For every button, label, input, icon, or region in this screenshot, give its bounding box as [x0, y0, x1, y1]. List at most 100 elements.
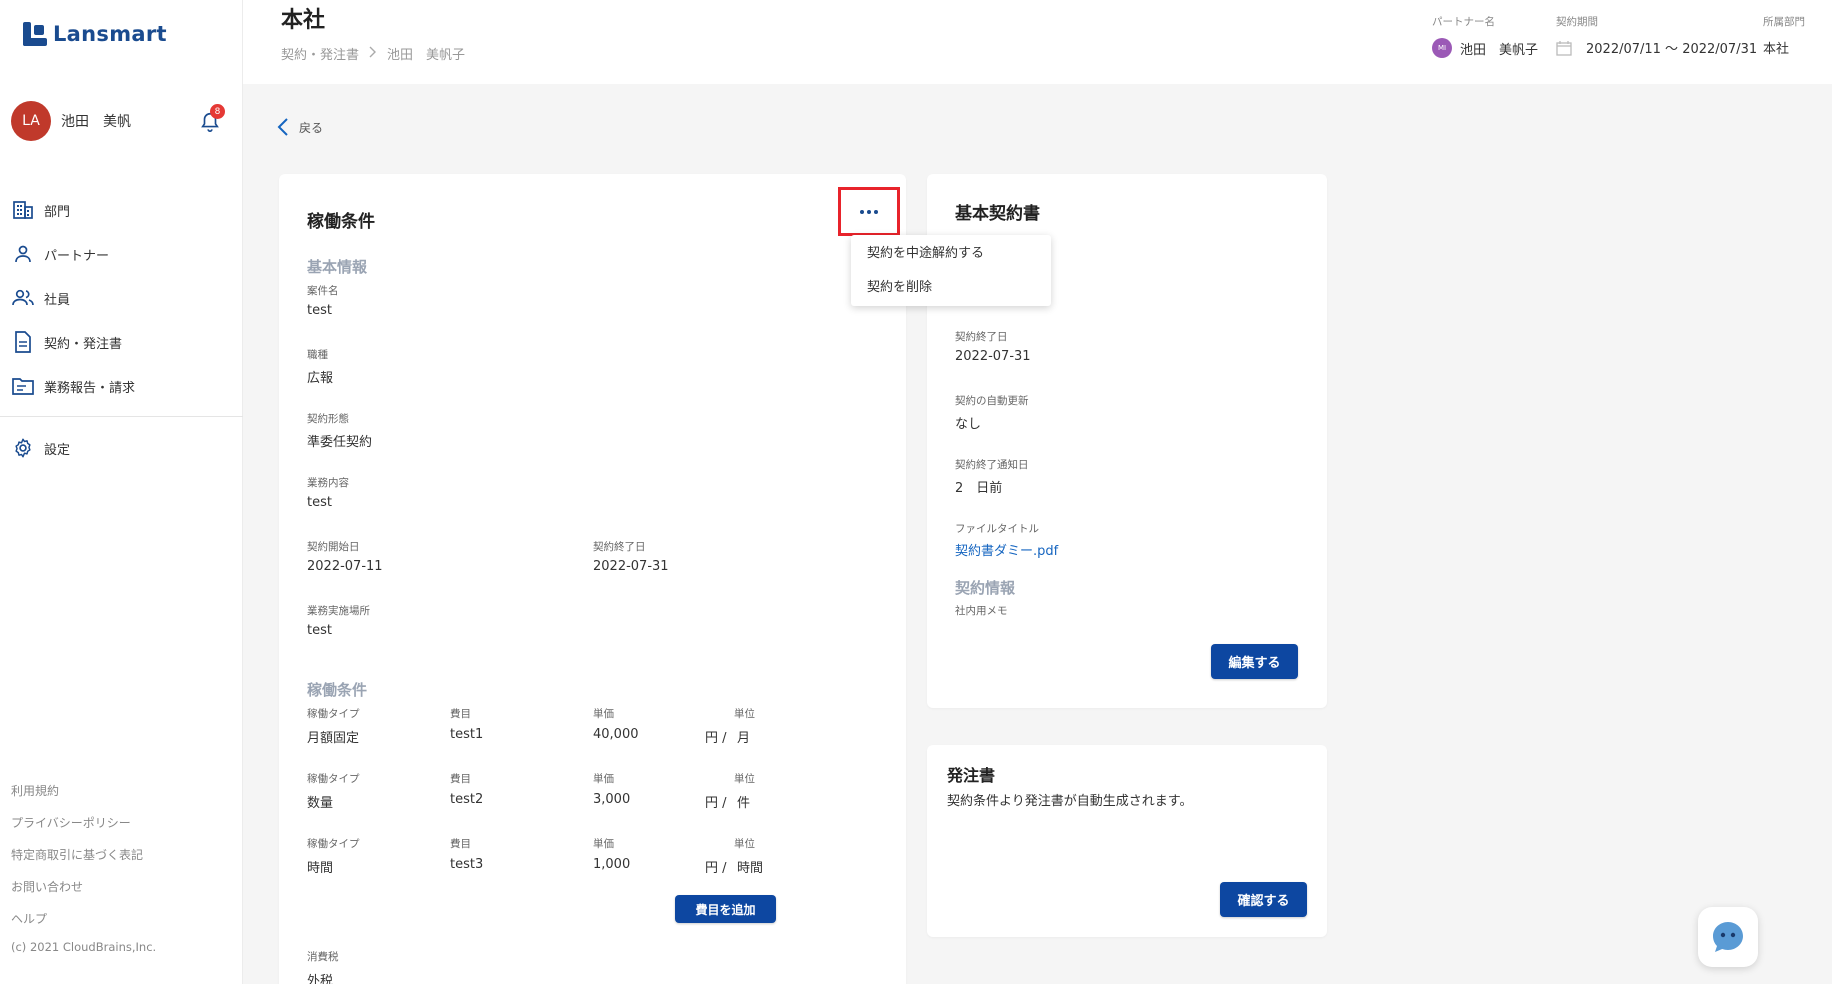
- auto-renew-label: 契約の自動更新: [955, 395, 1029, 407]
- more-dots-icon: [860, 209, 878, 214]
- partner-avatar: MI: [1432, 38, 1452, 58]
- sidebar-item-label: パートナー: [44, 248, 110, 264]
- sidebar-item-reports[interactable]: 業務報告・請求: [0, 364, 243, 408]
- card-title: 基本契約書: [955, 204, 1040, 224]
- people-icon: [12, 287, 34, 309]
- type-value: 時間: [307, 861, 334, 876]
- sidebar-nav: 部門 パートナー 社員 契約・発注書 業務報告・請求: [0, 188, 243, 408]
- chat-bot-icon: [1713, 922, 1743, 952]
- type-value: 月額固定: [307, 731, 360, 746]
- footer-link-commerce-law[interactable]: 特定商取引に基づく表記: [11, 839, 143, 871]
- partner-info: MI 池田 美帆子: [1432, 38, 1538, 58]
- sidebar-item-contracts[interactable]: 契約・発注書: [0, 320, 243, 364]
- confirm-button[interactable]: 確認する: [1220, 882, 1307, 917]
- footer-link-privacy[interactable]: プライバシーポリシー: [11, 807, 143, 839]
- item-label: 費目: [450, 773, 471, 785]
- notification-badge: 8: [210, 104, 225, 119]
- price-value: 40,000: [593, 727, 639, 742]
- card-title: 発注書: [947, 766, 996, 785]
- period-info: 2022/07/11 〜 2022/07/31: [1556, 38, 1757, 57]
- end-date-label: 契約終了日: [593, 541, 646, 553]
- breadcrumb-partner: 池田 美帆子: [387, 48, 466, 63]
- sidebar-item-settings[interactable]: 設定: [0, 426, 243, 470]
- menu-item-terminate-contract[interactable]: 契約を中途解約する: [851, 239, 1051, 273]
- avatar[interactable]: LA: [11, 101, 51, 141]
- start-date-label: 契約開始日: [307, 541, 360, 553]
- period-label: 契約期間: [1556, 16, 1598, 28]
- contract-info-heading: 契約情報: [955, 579, 1016, 597]
- item-value: test2: [450, 792, 484, 807]
- building-icon: [12, 199, 34, 221]
- type-label: 稼働タイプ: [307, 773, 360, 785]
- add-item-button[interactable]: 費目を追加: [675, 895, 776, 923]
- unit-value: 月: [737, 731, 751, 746]
- calendar-icon: [1556, 40, 1572, 56]
- contract-form-value: 準委任契約: [307, 435, 373, 450]
- footer-link-terms[interactable]: 利用規約: [11, 775, 143, 807]
- yen-per: 円 /: [705, 731, 727, 746]
- type-label: 稼働タイプ: [307, 708, 360, 720]
- item-value: test3: [450, 857, 484, 872]
- period-value: 2022/07/11 〜 2022/07/31: [1586, 42, 1758, 57]
- sidebar: Lansmart LA 池田 美帆 8 部門 パートナー 社員 契約・発注書 業…: [0, 0, 243, 984]
- back-link[interactable]: 戻る: [277, 117, 323, 137]
- person-icon: [12, 243, 34, 265]
- unit-value: 件: [737, 796, 751, 811]
- document-icon: [12, 331, 34, 353]
- unit-label: 単位: [734, 708, 755, 720]
- footer-links: 利用規約 プライバシーポリシー 特定商取引に基づく表記 お問い合わせ ヘルプ: [11, 775, 143, 935]
- breadcrumb-contracts[interactable]: 契約・発注書: [281, 44, 359, 63]
- page-title: 本社: [281, 8, 326, 33]
- work-content-label: 業務内容: [307, 477, 349, 489]
- sidebar-item-departments[interactable]: 部門: [0, 188, 243, 232]
- item-value: test1: [450, 727, 484, 742]
- sidebar-item-partners[interactable]: パートナー: [0, 232, 243, 276]
- purchase-order-card: 発注書 契約条件より発注書が自動生成されます。 確認する: [927, 745, 1327, 937]
- footer-link-help[interactable]: ヘルプ: [11, 903, 143, 935]
- logo[interactable]: Lansmart: [23, 22, 167, 46]
- sidebar-item-employees[interactable]: 社員: [0, 276, 243, 320]
- more-options-menu: 契約を中途解約する 契約を削除: [851, 235, 1051, 306]
- job-type-label: 職種: [307, 349, 328, 361]
- sidebar-item-label: 部門: [44, 204, 71, 220]
- notification-button[interactable]: 8: [197, 104, 225, 132]
- type-value: 数量: [307, 796, 334, 811]
- conditions-heading: 稼働条件: [307, 681, 368, 699]
- menu-item-delete-contract[interactable]: 契約を削除: [851, 273, 1051, 307]
- chevron-right-icon: [369, 46, 377, 62]
- partner-label: パートナー名: [1432, 16, 1495, 28]
- unit-label: 単位: [734, 773, 755, 785]
- unit-label: 単位: [734, 838, 755, 850]
- contract-form-label: 契約形態: [307, 413, 349, 425]
- work-conditions-card: 稼働条件 基本情報 案件名 test 職種 広報 契約形態 準委任契約 業務内容…: [279, 174, 906, 984]
- place-label: 業務実施場所: [307, 605, 370, 617]
- yen-per: 円 /: [705, 796, 727, 811]
- file-title-link[interactable]: 契約書ダミー.pdf: [955, 540, 1058, 559]
- end-notice-value: 2 日前: [955, 481, 1003, 496]
- start-date-value: 2022-07-11: [307, 559, 383, 574]
- type-label: 稼働タイプ: [307, 838, 360, 850]
- folder-icon: [12, 375, 34, 397]
- work-content-value: test: [307, 495, 332, 510]
- contract-end-label: 契約終了日: [955, 331, 1008, 343]
- job-type-value: 広報: [307, 371, 334, 386]
- edit-button[interactable]: 編集する: [1211, 644, 1298, 679]
- item-label: 費目: [450, 708, 471, 720]
- po-description: 契約条件より発注書が自動生成されます。: [947, 794, 1193, 809]
- contract-end-value: 2022-07-31: [955, 349, 1031, 364]
- more-options-button[interactable]: [838, 187, 900, 236]
- tax-label: 消費税: [307, 951, 339, 963]
- project-name-value: test: [307, 303, 332, 318]
- sidebar-item-label: 業務報告・請求: [44, 380, 136, 396]
- auto-renew-value: なし: [955, 417, 982, 432]
- user-profile[interactable]: LA 池田 美帆 8: [11, 100, 225, 142]
- basic-info-heading: 基本情報: [307, 258, 368, 276]
- footer-link-contact[interactable]: お問い合わせ: [11, 871, 143, 903]
- logo-mark-icon: [23, 22, 47, 46]
- card-title: 稼働条件: [307, 212, 375, 232]
- yen-per: 円 /: [705, 861, 727, 876]
- sidebar-item-label: 社員: [44, 292, 71, 308]
- chat-support-button[interactable]: [1698, 907, 1758, 967]
- dept-value: 本社: [1763, 42, 1790, 57]
- sidebar-item-label: 設定: [44, 442, 71, 458]
